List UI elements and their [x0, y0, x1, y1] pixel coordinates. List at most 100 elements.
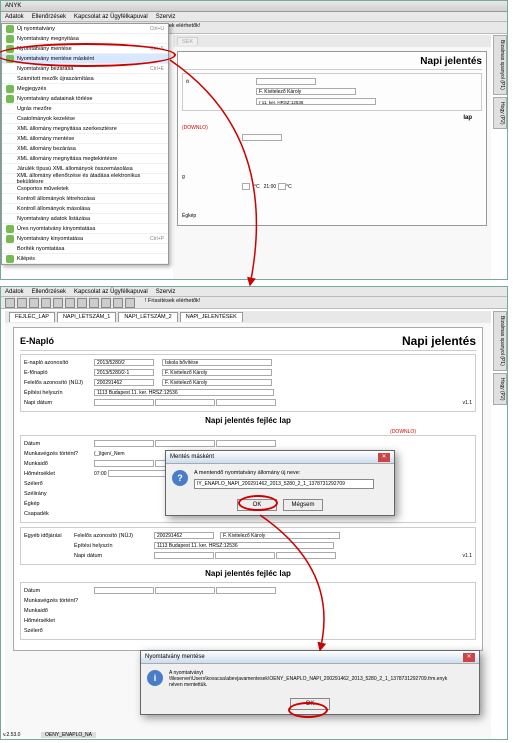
- saved-dialog: Nyomtatvány mentése ✕ i A nyomtatványt \…: [140, 650, 480, 715]
- toolbar-icon[interactable]: [5, 298, 15, 308]
- ok-button-2[interactable]: OK: [290, 698, 330, 710]
- dialog2-title: Nyomtatvány mentése: [145, 654, 205, 660]
- menu-ellenorzesek[interactable]: Ellenőrzések: [32, 12, 66, 21]
- date-y[interactable]: [94, 399, 154, 406]
- cancel-button-1[interactable]: Mégsem: [283, 499, 323, 511]
- menu-kapcsolat-2[interactable]: Kapcsolat az Ügyfélkapuval: [74, 287, 148, 296]
- menu-adatok[interactable]: Adatok: [5, 12, 24, 21]
- section-title-2: Napi jelentés fejléc lap: [20, 569, 476, 578]
- menubar-2: Adatok Ellenőrzések Kapcsolat az Ügyfélk…: [1, 287, 507, 297]
- menu-ellenorzesek-2[interactable]: Ellenőrzések: [32, 287, 66, 296]
- toolbar-icon[interactable]: [113, 298, 123, 308]
- enaplo-title: E-Napló: [20, 336, 54, 346]
- menu-item[interactable]: XML állomány bezárása: [2, 144, 168, 154]
- tab-fejlec[interactable]: FEJLÉC_LAP: [9, 312, 55, 322]
- download-label[interactable]: (DOWNLO): [182, 125, 482, 131]
- val-felelos-2[interactable]: 200291462: [154, 532, 214, 539]
- info-icon: i: [147, 670, 163, 686]
- menu-szerviz-2[interactable]: Szerviz: [156, 287, 176, 296]
- close-icon-2[interactable]: ✕: [463, 653, 475, 662]
- label-datum: Dátum: [24, 441, 94, 447]
- menu-item[interactable]: Csoportos műveletek: [2, 184, 168, 194]
- section-fragment: lap: [182, 115, 482, 121]
- val-cim-2[interactable]: 1113 Budapest 11. ker. HRSZ:12536: [154, 542, 334, 549]
- menu-adatok-2[interactable]: Adatok: [5, 287, 24, 296]
- menu-item[interactable]: Üres nyomtatvány kinyomtatása: [2, 224, 168, 234]
- val-efonaplo[interactable]: 2013/5280/2-1: [94, 369, 154, 376]
- value-field[interactable]: F. Kivitelező Károly: [256, 88, 356, 95]
- sidetab-p2[interactable]: Hogy (P2): [493, 97, 507, 130]
- menu-item[interactable]: Nyomtatvány adatainak törlése: [2, 94, 168, 104]
- val-cim[interactable]: 1113 Budapest 11. ker. HRSZ:12536: [94, 389, 274, 396]
- toolbar-icon[interactable]: [29, 298, 39, 308]
- napi-jelentes-title: Napi jelentés: [402, 334, 476, 348]
- igen-nem[interactable]: (_)Igen/_Nem: [94, 451, 125, 457]
- date-box[interactable]: [242, 134, 282, 141]
- menu-item[interactable]: Számított mezők újraszámítása: [2, 74, 168, 84]
- tab-jelentesek[interactable]: NAPI_JELENTÉSEK: [180, 312, 243, 322]
- menu-item[interactable]: Kontroll állományok másolása: [2, 204, 168, 214]
- val-felelos[interactable]: 200291462: [94, 379, 154, 386]
- menu-item[interactable]: Kilépés: [2, 254, 168, 264]
- menu-item[interactable]: Ugrás mezőre: [2, 104, 168, 114]
- menu-item[interactable]: Kontroll állományok létrehozása: [2, 194, 168, 204]
- menu-item[interactable]: Nyomtatvány kinyomtatásaCtrl+P: [2, 234, 168, 244]
- menu-item[interactable]: Nyomtatvány megnyitása: [2, 34, 168, 44]
- save-filename-input[interactable]: [194, 479, 374, 489]
- label-szelero: Szélerő: [24, 481, 94, 487]
- tab-letszam1[interactable]: NAPI_LÉTSZÁM_1: [57, 312, 116, 322]
- dialog2-path: \fileserver\Users\kovacsa\abevjavamentes…: [169, 676, 447, 682]
- menu-item[interactable]: Csatolmányok kezelése: [2, 114, 168, 124]
- menu-item[interactable]: Nyomtatvány mentéseCtrl+S: [2, 44, 168, 54]
- ok-button-1[interactable]: OK: [237, 499, 277, 511]
- value-field[interactable]: r 11. ker. HRSZ:12536: [256, 98, 376, 105]
- val-iskola[interactable]: Iskola bővítése: [162, 359, 272, 366]
- tab-fragment[interactable]: SEK: [177, 37, 198, 45]
- val-enaplo-az[interactable]: 2013/5280/2: [94, 359, 154, 366]
- toolbar-icon[interactable]: [41, 298, 51, 308]
- tab-letszam2[interactable]: NAPI_LÉTSZÁM_2: [118, 312, 177, 322]
- sidetab-p1-2[interactable]: Bizalmas spanyol (P1): [493, 311, 507, 371]
- menu-item[interactable]: XML állomány megnyitása szerkesztésre: [2, 124, 168, 134]
- update-banner-2[interactable]: ! Frissítések elérhetők!: [145, 298, 200, 307]
- date-m[interactable]: [155, 399, 215, 406]
- menu-item[interactable]: XML állomány ellenőrzése és átadása elek…: [2, 174, 168, 184]
- close-icon[interactable]: ✕: [378, 453, 390, 462]
- toolbar-icon[interactable]: [89, 298, 99, 308]
- menu-item[interactable]: Nyomtatvány bezárásaCtrl+E: [2, 64, 168, 74]
- label-efonaplo: E-főnapló: [24, 370, 94, 376]
- value-fragment[interactable]: [256, 78, 316, 85]
- menu-item[interactable]: Új nyomtatványCtrl+U: [2, 24, 168, 34]
- menu-item[interactable]: Boríték nyomtatása: [2, 244, 168, 254]
- toolbar-icon[interactable]: [53, 298, 63, 308]
- menu-item[interactable]: XML állomány mentése: [2, 134, 168, 144]
- toolbar-icon[interactable]: [65, 298, 75, 308]
- menu-item[interactable]: XML állomány megnyitása megtekintésre: [2, 154, 168, 164]
- toolbar-icon[interactable]: [101, 298, 111, 308]
- version-label: v1.1: [463, 400, 472, 406]
- app-title: ANYK: [5, 3, 21, 9]
- sidetab-p1[interactable]: Bizalmas spanyol (P1): [493, 35, 507, 95]
- toolbar-icon[interactable]: [77, 298, 87, 308]
- date-d[interactable]: [216, 399, 276, 406]
- toolbar-icon[interactable]: [125, 298, 135, 308]
- menu-szerviz[interactable]: Szerviz: [156, 12, 176, 21]
- val-kivitelezo[interactable]: F. Kivitelező Károly: [162, 369, 272, 376]
- toolbar-icon[interactable]: [17, 298, 27, 308]
- body-group-2: Egyéb időjárási Felelős azonosító (NÜJ) …: [20, 527, 476, 565]
- val-kiv-2[interactable]: F. Kivitelező Károly: [220, 532, 340, 539]
- label-napi-datum: Napi dátum: [24, 400, 94, 406]
- menu-item[interactable]: Megjegyzés: [2, 84, 168, 94]
- label-egyeb: Egyéb időjárási: [24, 533, 74, 539]
- menu-kapcsolat[interactable]: Kapcsolat az Ügyfélkapuval: [74, 12, 148, 21]
- dialog2-msg3: néven mentettük.: [169, 682, 447, 688]
- label-csapadek: Csapadék: [24, 511, 94, 517]
- dialog1-msg: A mentendő nyomtatvány állomány új neve:: [194, 470, 374, 476]
- val-kivitelezo2[interactable]: F. Kivitelező Károly: [162, 379, 272, 386]
- form-tabs-1: SEK: [173, 35, 491, 47]
- form-area-1: SEK Napi jelentés ó F. Kivitelező Károly…: [173, 35, 491, 279]
- menu-item[interactable]: Nyomtatvány adatok listázása: [2, 214, 168, 224]
- menu-item[interactable]: Nyomtatvány mentése másként: [2, 54, 168, 64]
- sidetab-p2-2[interactable]: Hogy (P2): [493, 373, 507, 406]
- label-egkep: Égkép: [24, 501, 94, 507]
